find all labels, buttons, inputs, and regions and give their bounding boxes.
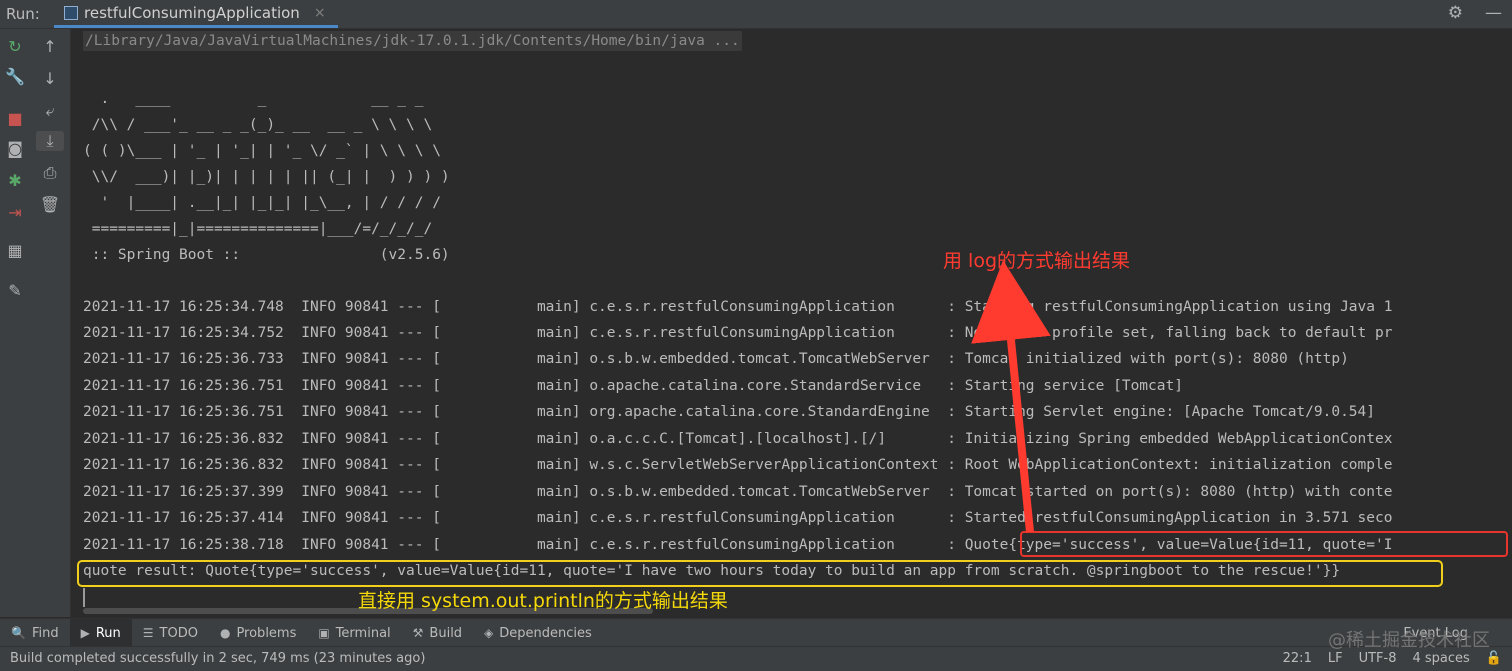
run-tool-window-header: Run: restfulConsumingApplication × ⚙ —: [0, 0, 1512, 29]
terminal-icon: ▣: [318, 626, 330, 640]
soft-wrap-icon[interactable]: ⤶: [30, 101, 70, 121]
log-line: 2021-11-17 16:25:37.399 INFO 90841 --- […: [83, 484, 1393, 500]
trash-icon[interactable]: 🗑: [30, 195, 70, 214]
arrow-down-icon[interactable]: ↓: [30, 69, 70, 88]
dependencies-label: Dependencies: [499, 625, 592, 641]
banner-line: . ____ _ __ _ _: [83, 91, 424, 107]
java-command[interactable]: /Library/Java/JavaVirtualMachines/jdk-17…: [83, 31, 742, 51]
text-cursor: [83, 588, 85, 607]
run-config-icon: [64, 5, 78, 20]
info-icon: ●: [219, 626, 231, 640]
caret-position[interactable]: 22:1: [1283, 651, 1312, 666]
hammer-icon: ⚒: [412, 626, 424, 640]
play-icon: ▶: [80, 626, 90, 640]
log-line: 2021-11-17 16:25:36.832 INFO 90841 --- […: [83, 457, 1393, 473]
file-encoding[interactable]: UTF-8: [1359, 651, 1397, 666]
log-line: 2021-11-17 16:25:34.752 INFO 90841 --- […: [83, 325, 1393, 341]
log-line: 2021-11-17 16:25:34.748 INFO 90841 --- […: [83, 299, 1393, 315]
run-label-tab: Run: [95, 625, 121, 641]
console-output[interactable]: /Library/Java/JavaVirtualMachines/jdk-17…: [71, 29, 1512, 617]
banner-line: /\\ / ___'_ __ _ _(_)_ __ __ _ \ \ \ \: [83, 117, 433, 133]
banner-line: ( ( )\___ | '_ | '_| | '_ \/ _` | \ \ \ …: [83, 143, 441, 159]
terminal-tab[interactable]: ▣ Terminal: [307, 619, 401, 647]
layout-icon[interactable]: ▦: [0, 241, 30, 260]
tab-title: restfulConsumingApplication: [84, 3, 300, 22]
build-label: Build: [429, 625, 463, 641]
lock-icon[interactable]: 🔓: [1486, 651, 1502, 666]
terminal-label: Terminal: [335, 625, 391, 641]
scroll-to-end-icon[interactable]: ⤓: [36, 131, 64, 151]
search-icon: 🔍: [11, 626, 26, 640]
problems-tab[interactable]: ● Problems: [209, 619, 307, 647]
todo-tab[interactable]: ☰ TODO: [132, 619, 209, 647]
log-annotation: 用 log的方式输出结果: [943, 250, 1131, 272]
build-tab[interactable]: ⚒ Build: [402, 619, 473, 647]
camera-icon[interactable]: ◙: [0, 139, 30, 158]
java-command-line: /Library/Java/JavaVirtualMachines/jdk-17…: [83, 31, 742, 51]
tool-window-bar: 🔍 Find ▶ Run ☰ TODO ● Problems ▣ Terminal ⚒ Bu…: [0, 618, 1512, 647]
println-annotation: 直接用 system.out.println的方式输出结果: [358, 590, 728, 612]
log-line: 2021-11-17 16:25:36.733 INFO 90841 --- […: [83, 351, 1349, 367]
todo-label: TODO: [159, 625, 198, 641]
find-tab[interactable]: 🔍 Find: [0, 619, 70, 647]
pin-icon[interactable]: ✎: [0, 281, 30, 300]
line-separator[interactable]: LF: [1328, 651, 1343, 666]
list-icon: ☰: [142, 626, 154, 640]
console-actions-gutter: ↑ ↓ ⤶ ⤓ ⎙ 🗑: [30, 29, 71, 617]
problems-label: Problems: [236, 625, 297, 641]
print-icon[interactable]: ⎙: [30, 163, 70, 183]
log-line: 2021-11-17 16:25:37.414 INFO 90841 --- […: [83, 510, 1393, 526]
println-highlight-box: [77, 560, 1443, 587]
run-label: Run:: [6, 5, 40, 23]
exit-icon[interactable]: ⇥: [0, 203, 30, 222]
log-line: 2021-11-17 16:25:36.751 INFO 90841 --- […: [83, 404, 1376, 420]
status-bar: Build completed successfully in 2 sec, 7…: [0, 646, 1512, 671]
log-line: 2021-11-17 16:25:36.832 INFO 90841 --- […: [83, 431, 1393, 447]
gear-icon[interactable]: ⚙: [1448, 3, 1463, 23]
status-message[interactable]: Build completed successfully in 2 sec, 7…: [10, 651, 425, 666]
close-tab-icon[interactable]: ×: [314, 5, 326, 21]
stop-icon[interactable]: ■: [0, 109, 30, 128]
banner-line: :: Spring Boot :: (v2.5.6): [83, 247, 450, 263]
banner-line: \\/ ___)| |_)| | | | | || (_| | ) ) ) ): [83, 169, 450, 185]
indent-setting[interactable]: 4 spaces: [1412, 651, 1469, 666]
log-line: 2021-11-17 16:25:36.751 INFO 90841 --- […: [83, 378, 1183, 394]
dependencies-tab[interactable]: ◈ Dependencies: [473, 619, 603, 647]
banner-line: =========|_|==============|___/=/_/_/_/: [83, 221, 433, 237]
debug-bug-icon[interactable]: ✱: [0, 171, 30, 190]
watermark: @稀土掘金技术社区: [1328, 630, 1490, 651]
run-tab[interactable]: ▶ Run: [69, 619, 132, 647]
run-actions-gutter: ↻ 🔧 ■ ◙ ✱ ⇥ ▦ ✎: [0, 29, 30, 617]
layers-icon: ◈: [484, 626, 494, 640]
tab-restful-consuming-application[interactable]: restfulConsumingApplication ×: [54, 0, 338, 28]
find-label: Find: [31, 625, 59, 641]
rerun-icon[interactable]: ↻: [0, 37, 30, 56]
arrow-up-icon[interactable]: ↑: [30, 37, 70, 56]
banner-line: ' |____| .__|_| |_|_| |_\__, | / / / /: [83, 195, 441, 211]
minimize-icon[interactable]: —: [1485, 3, 1502, 23]
log-highlight-box: [1020, 531, 1508, 557]
wrench-icon[interactable]: 🔧: [0, 67, 30, 86]
